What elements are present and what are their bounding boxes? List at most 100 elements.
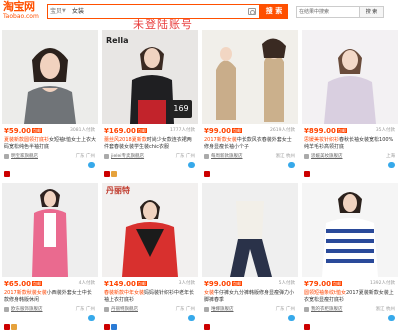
shop-link[interactable]: 明宝家旗舰店 — [11, 153, 38, 161]
price-row: ¥65.00 包邮 4人付款 — [2, 279, 98, 289]
badges — [204, 162, 211, 177]
shop-link[interactable]: 思媛美妆旗舰店 — [311, 153, 343, 161]
gold-seller-icon — [111, 171, 117, 177]
search-in-results-input[interactable]: 在结果中搜索 — [296, 6, 360, 18]
free-shipping-badge: 包邮 — [136, 281, 147, 286]
product-title[interactable]: 春装新款中年女装妈妈装针织衫中老年长袖上衣打底衫 — [104, 290, 196, 304]
free-shipping-badge: 包邮 — [32, 128, 43, 133]
shop-icon — [4, 154, 9, 159]
price-row: ¥899.00 包邮 35人付款 — [302, 126, 398, 136]
wangwang-chat-icon[interactable] — [88, 315, 95, 321]
shop-link[interactable]: 欧东服饰旗舰店 — [11, 306, 43, 314]
wangwang-chat-icon[interactable] — [188, 162, 195, 168]
location: 广东 广州 — [175, 307, 195, 312]
product-card[interactable]: ¥899.00 包邮 35人付款 思媛美妆针织衫春秋长袖女装宽松100%纯羊毛衫高… — [302, 30, 398, 180]
shop-icon — [104, 307, 109, 312]
product-image[interactable] — [2, 30, 98, 124]
wangwang-chat-icon[interactable] — [288, 315, 295, 321]
shop-icon — [4, 307, 9, 312]
shop-row: 每周新款旗舰店 浙江 杭州 — [204, 153, 296, 161]
watermark-text: 未登陆账号 — [133, 18, 193, 31]
price: ¥65.00 包邮 — [4, 280, 43, 288]
search-category[interactable]: 宝贝 — [50, 6, 62, 17]
product-title[interactable]: 思媛美妆针织衫春秋长袖女装宽松100%纯羊毛衫高领打底 — [304, 137, 396, 151]
price-row: ¥149.00 包邮 3人付款 — [102, 279, 198, 289]
chevron-down-icon[interactable]: ▼ — [62, 6, 66, 17]
price-row: ¥99.00 包邮 2619人付款 — [202, 126, 298, 136]
price-row: ¥59.00 包邮 3081人付款 — [2, 126, 98, 136]
product-title[interactable]: 夏装新款圆领打底衫女短袖t恤女士上衣大码宽松纯色半袖打底 — [4, 137, 96, 151]
product-card[interactable]: Rella 169 ¥169.00 包邮 1777人付款 蕾丝风2018夏新款时尚… — [102, 30, 198, 180]
header: 淘宝网 Taobao.com 宝贝 ▼ 女装 搜 索 在结果中搜索 搜 索 — [0, 0, 400, 24]
logo-chinese: 淘宝网 — [3, 0, 35, 13]
wangwang-chat-icon[interactable] — [388, 315, 395, 321]
product-image[interactable] — [2, 183, 98, 277]
location: 广东 广州 — [75, 307, 95, 312]
product-title[interactable]: 圆领短袖条纹t恤女2017夏装新款女装上衣宽松显瘦打底衫 — [304, 290, 396, 304]
product-card[interactable]: ¥99.00 包邮 2619人付款 2017新款女装中长款风衣春装外套女士修身显瘦… — [202, 30, 298, 180]
wangwang-chat-icon[interactable] — [388, 162, 395, 168]
taobao-logo[interactable]: 淘宝网 Taobao.com — [3, 1, 43, 23]
taobao-search-page: 淘宝网 Taobao.com 宝贝 ▼ 女装 搜 索 在结果中搜索 搜 索 未登… — [0, 0, 400, 335]
search-in-results-button[interactable]: 搜 索 — [360, 6, 384, 18]
search-button[interactable]: 搜 索 — [260, 4, 288, 19]
brand-label: Rella — [106, 36, 129, 45]
tmall-icon — [204, 324, 210, 330]
shop-link[interactable]: 我的衣柜旗舰店 — [311, 306, 343, 314]
shop-link[interactable]: 丹丽特旗舰店 — [111, 306, 138, 314]
shop-icon — [204, 154, 209, 159]
price: ¥899.00 包邮 — [304, 127, 347, 135]
free-shipping-badge: 包邮 — [232, 281, 243, 286]
sales-count: 2619人付款 — [270, 128, 295, 133]
product-image[interactable] — [202, 183, 298, 277]
product-image[interactable] — [302, 183, 398, 277]
product-card[interactable]: ¥65.00 包邮 4人付款 2017新款秋装女装小西装外套女士中长款修身韩版休闲… — [2, 183, 98, 333]
tmall-icon — [304, 324, 310, 330]
product-card[interactable]: ¥59.00 包邮 3081人付款 夏装新款圆领打底衫女短袖t恤女士上衣大码宽松纯… — [2, 30, 98, 180]
shop-row: 思媛美妆旗舰店 上海 — [304, 153, 396, 161]
location: 广东 广州 — [75, 154, 95, 159]
price: ¥169.00 包邮 — [104, 127, 147, 135]
product-title[interactable]: 2017新款女装中长款风衣春装外套女士修身显瘦长袖小个子 — [204, 137, 296, 151]
product-image[interactable] — [202, 30, 298, 124]
wangwang-chat-icon[interactable] — [288, 162, 295, 168]
free-shipping-badge: 包邮 — [336, 128, 347, 133]
product-image[interactable]: 丹丽特 — [102, 183, 198, 277]
shop-link[interactable]: 每周新款旗舰店 — [211, 153, 243, 161]
shop-row: 明宝家旗舰店 广东 广州 — [4, 153, 96, 161]
location: 上海 — [386, 154, 395, 159]
search-query[interactable]: 女装 — [72, 6, 84, 17]
sales-count: 4人付款 — [78, 281, 95, 286]
badges — [104, 162, 118, 177]
tmall-icon — [104, 171, 110, 177]
sales-count: 5人付款 — [278, 281, 295, 286]
product-title[interactable]: 女装牛仔裤女九分裤韩版修身显瘦弹力小脚裤春季 — [204, 290, 296, 304]
product-image[interactable] — [302, 30, 398, 124]
shipping-icon — [111, 324, 117, 330]
badges — [204, 315, 211, 330]
tmall-icon — [4, 171, 10, 177]
wangwang-chat-icon[interactable] — [88, 162, 95, 168]
badges — [104, 315, 118, 330]
product-card[interactable]: ¥79.00 包邮 1392人付款 圆领短袖条纹t恤女2017夏装新款女装上衣宽松… — [302, 183, 398, 333]
sales-count: 35人付款 — [375, 128, 395, 133]
sales-count: 3081人付款 — [70, 128, 95, 133]
shop-row: 唯娜旗舰店 广东 广州 — [204, 306, 296, 314]
brand-label: 丹丽特 — [106, 186, 130, 195]
product-title[interactable]: 蕾丝风2018夏新款时尚少女款连衣裙两件套春装女装学生装chic衣服 — [104, 137, 196, 151]
shop-icon — [304, 307, 309, 312]
price: ¥149.00 包邮 — [104, 280, 147, 288]
shop-row: 我的衣柜旗舰店 浙江 杭州 — [304, 306, 396, 314]
product-image[interactable]: Rella 169 — [102, 30, 198, 124]
product-card[interactable]: ¥99.00 包邮 5人付款 女装牛仔裤女九分裤韩版修身显瘦弹力小脚裤春季 唯娜旗… — [202, 183, 298, 333]
camera-icon[interactable] — [248, 8, 256, 15]
shop-link[interactable]: 唯娜旗舰店 — [211, 306, 234, 314]
product-card[interactable]: 丹丽特 ¥149.00 包邮 3人付款 春装新款中年女装妈妈装针织衫中老年长袖上衣… — [102, 183, 198, 333]
product-title[interactable]: 2017新款秋装女装小西装外套女士中长款修身韩版休闲 — [4, 290, 96, 304]
price-overlay-badge: 169 — [170, 100, 192, 118]
tmall-icon — [104, 324, 110, 330]
location: 浙江 杭州 — [275, 154, 295, 159]
free-shipping-badge: 包邮 — [332, 281, 343, 286]
shop-link[interactable]: jielei专卖旗舰店 — [111, 153, 144, 161]
wangwang-chat-icon[interactable] — [188, 315, 195, 321]
